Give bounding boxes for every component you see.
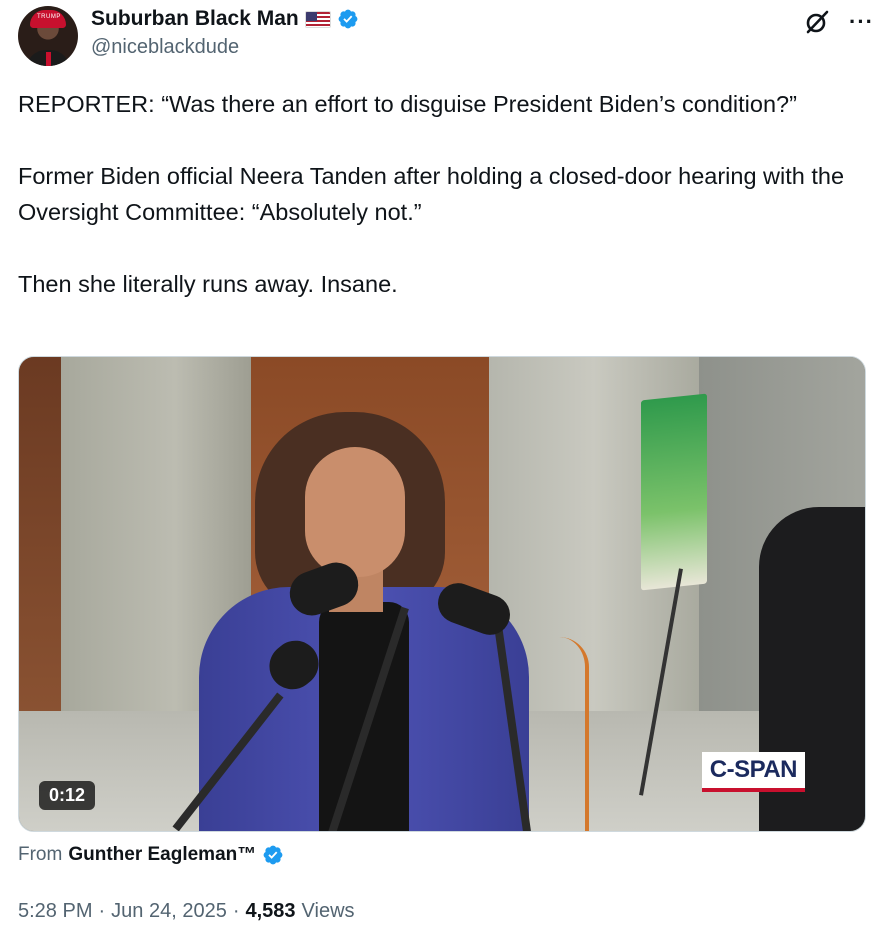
- meta-separator: ·: [232, 900, 240, 922]
- cspan-logo: C-SPAN: [701, 752, 805, 792]
- tweet-paragraph: REPORTER: “Was there an effort to disgui…: [18, 91, 797, 117]
- tweet-header: TRUMP Suburban Black Man @niceblackdude …: [18, 4, 874, 66]
- attribution-source-link[interactable]: Gunther Eagleman™: [68, 844, 256, 866]
- tweet-time[interactable]: 5:28 PM: [18, 900, 92, 923]
- verified-badge-icon[interactable]: [337, 8, 359, 30]
- author-name-row: Suburban Black Man: [91, 6, 359, 32]
- author-handle[interactable]: @niceblackdude: [91, 36, 239, 59]
- meta-separator: ·: [98, 900, 106, 922]
- tweet-paragraph: Then she literally runs away. Insane.: [18, 271, 398, 297]
- us-flag-icon: [304, 10, 331, 28]
- views-count: 4,583: [245, 900, 296, 922]
- tweet-date[interactable]: Jun 24, 2025: [111, 900, 227, 923]
- views-label: Views: [301, 900, 355, 922]
- video-attribution: From Gunther Eagleman™: [18, 844, 284, 866]
- header-actions: ···: [803, 8, 874, 36]
- tweet-text: REPORTER: “Was there an effort to disgui…: [18, 86, 878, 302]
- author-display-name[interactable]: Suburban Black Man: [91, 7, 299, 31]
- video-player[interactable]: 0:12 C-SPAN: [18, 356, 866, 832]
- avatar-cap-text: TRUMP: [37, 14, 61, 20]
- tweet-meta: 5:28 PM · Jun 24, 2025 · 4,583 Views: [18, 900, 355, 923]
- more-options-icon[interactable]: ···: [849, 11, 874, 33]
- video-duration-badge: 0:12: [39, 781, 96, 810]
- grok-icon[interactable]: [803, 8, 831, 36]
- author-avatar[interactable]: TRUMP: [18, 6, 78, 66]
- tweet-paragraph: Former Biden official Neera Tanden after…: [18, 163, 845, 225]
- avatar-tie: [46, 52, 51, 66]
- verified-badge-icon[interactable]: [262, 844, 284, 866]
- attribution-prefix: From: [18, 844, 63, 865]
